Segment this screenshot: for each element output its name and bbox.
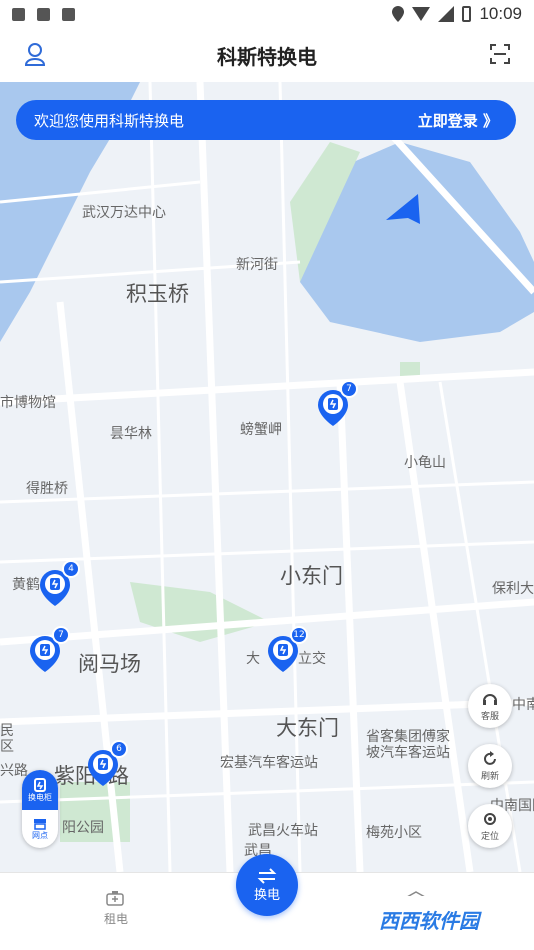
- status-bar: 10:09: [0, 0, 534, 28]
- map-label: 新河街: [236, 257, 278, 273]
- service-label: 客服: [480, 711, 499, 722]
- map-label: 螃蟹岬: [240, 422, 282, 438]
- watermark-text: 西西软件园: [379, 908, 479, 933]
- swap-label: 换电: [253, 887, 280, 903]
- refresh-label: 刷新: [480, 771, 499, 782]
- map-label: 立交: [298, 651, 326, 667]
- map-label: 兴路: [0, 763, 28, 779]
- scan-icon[interactable]: [490, 44, 510, 64]
- nav-rent[interactable]: 租电: [96, 891, 136, 927]
- map-label: 黄鹤: [12, 577, 40, 593]
- outlet-label: 网点: [32, 830, 48, 840]
- location-icon: [392, 6, 405, 22]
- wifi-icon: [412, 7, 431, 21]
- map-label: 得胜桥: [26, 481, 68, 497]
- map-label: 保利大: [492, 581, 534, 597]
- station-pin[interactable]: 12: [266, 626, 308, 674]
- outlet-toggle[interactable]: 网点: [22, 810, 58, 848]
- map-label: 小东门: [280, 564, 343, 588]
- shop-icon: [34, 818, 46, 830]
- login-banner[interactable]: 欢迎您使用科斯特换电 立即登录 》: [16, 100, 516, 140]
- map-label: 积玉桥: [126, 282, 189, 306]
- page-title: 科斯特换电: [217, 44, 317, 69]
- clock: 10:09: [479, 4, 522, 23]
- station-count-badge: 12: [290, 626, 308, 644]
- map-label: 市博物馆: [0, 395, 56, 411]
- station-count-badge: 6: [110, 740, 128, 758]
- signal-icon: [438, 6, 455, 22]
- cabinet-toggle[interactable]: 换电柜: [22, 770, 58, 810]
- notification-icon: [12, 7, 25, 21]
- map-label: 武汉万达中心: [82, 205, 166, 221]
- locate-button[interactable]: 定位: [468, 804, 512, 848]
- battery-rent-icon: [106, 891, 124, 906]
- station-pin[interactable]: 6: [86, 740, 128, 788]
- station-pin[interactable]: 7: [316, 380, 358, 428]
- service-button[interactable]: 客服: [468, 684, 512, 728]
- map-label: 梅苑小区: [366, 825, 422, 841]
- locate-label: 定位: [480, 831, 499, 842]
- login-link[interactable]: 立即登录 》: [418, 110, 498, 131]
- refresh-button[interactable]: 刷新: [468, 744, 512, 788]
- station-pin[interactable]: 4: [38, 560, 80, 608]
- map-label: 中南: [512, 697, 534, 713]
- user-icon[interactable]: [24, 42, 46, 66]
- locate-icon: [484, 812, 496, 825]
- swap-battery-button[interactable]: 换电: [236, 854, 298, 916]
- header: 科斯特换电: [0, 28, 534, 82]
- map-label: 大东门: [276, 716, 339, 740]
- map-label: 宏基汽车客运站: [220, 755, 318, 771]
- map-label: 昙华林: [110, 426, 152, 442]
- map-label: 小龟山: [404, 455, 446, 471]
- map-label: 区: [0, 739, 14, 755]
- refresh-icon: [484, 750, 496, 765]
- layer-switcher[interactable]: 换电柜 网点: [22, 770, 58, 848]
- map-label: 阳公园: [62, 820, 104, 836]
- watermark: 西西软件园: [334, 896, 524, 942]
- map-label: 武昌火车站: [248, 823, 318, 839]
- station-pin[interactable]: 7: [28, 626, 70, 674]
- cabinet-label: 换电柜: [28, 792, 52, 802]
- nav-rent-label: 租电: [103, 912, 128, 926]
- swap-icon: [257, 867, 277, 884]
- app-icon: [62, 7, 75, 21]
- map-label: 阅马场: [78, 652, 141, 676]
- battery-icon: [462, 6, 472, 22]
- map-view[interactable]: 欢迎您使用科斯特换电 立即登录 》 武汉万达中心新河街积玉桥市博物馆昙华林 螃蟹岬…: [0, 82, 534, 872]
- headset-icon: [483, 693, 497, 705]
- battery-cabinet-icon: [34, 777, 46, 792]
- welcome-text: 欢迎您使用科斯特换电: [34, 111, 185, 130]
- map-label: 大: [246, 651, 260, 667]
- station-count-badge: 7: [52, 626, 70, 644]
- message-icon: [37, 7, 50, 21]
- station-count-badge: 7: [340, 380, 358, 398]
- station-count-badge: 4: [62, 560, 80, 578]
- map-label: 坡汽车客运站: [366, 745, 450, 761]
